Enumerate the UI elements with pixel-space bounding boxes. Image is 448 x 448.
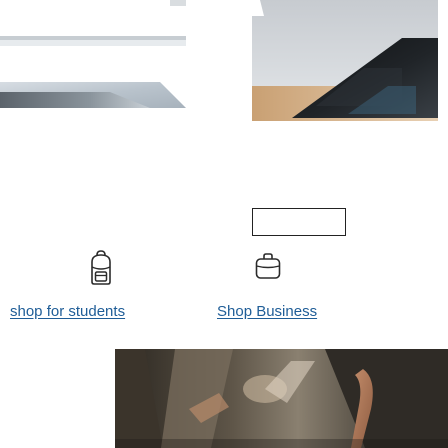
empty-outline-box[interactable] [252, 208, 346, 236]
laptop-photo-right [252, 0, 444, 121]
shop-for-students-link[interactable]: shop for students [10, 303, 178, 321]
hero-image-left[interactable] [0, 0, 186, 110]
promo-photo [115, 349, 448, 448]
shop-business-link[interactable]: Shop Business [217, 303, 317, 321]
bottom-banner-image[interactable] [115, 349, 448, 448]
backpack-icon [86, 250, 116, 286]
hero-image-right[interactable] [252, 0, 444, 121]
laptop-photo-left [0, 0, 186, 110]
briefcase-icon [253, 250, 283, 286]
